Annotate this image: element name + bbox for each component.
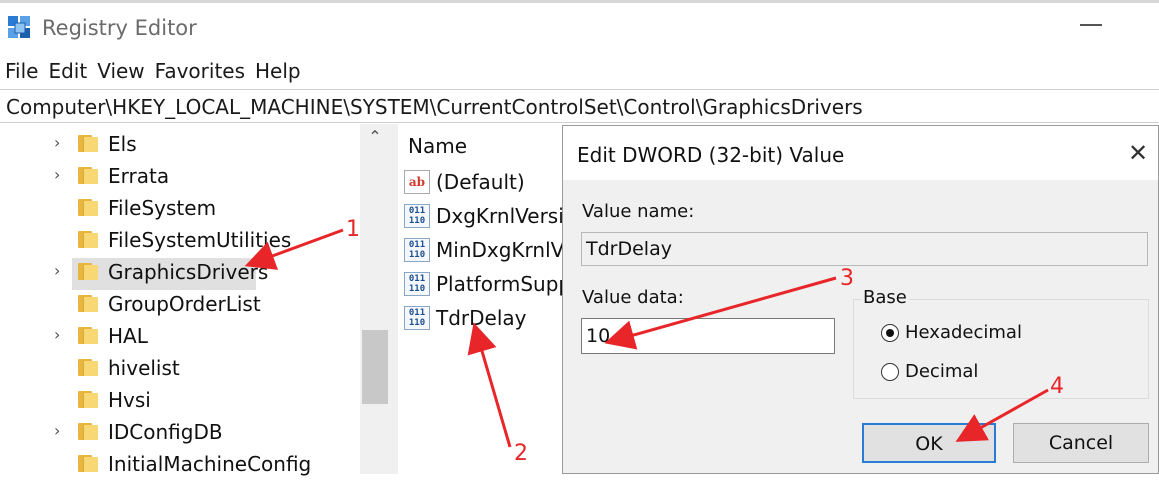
- folder-icon: [78, 455, 98, 472]
- tree-item-filesystemutilities[interactable]: FileSystemUtilities: [0, 224, 360, 256]
- chevron-right-icon[interactable]: ›: [54, 135, 70, 151]
- ok-button[interactable]: OK: [862, 423, 996, 463]
- tree-item-filesystem[interactable]: FileSystem: [0, 192, 360, 224]
- tree-item-errata[interactable]: › Errata: [0, 160, 360, 192]
- folder-icon: [78, 199, 98, 216]
- base-label: Base: [861, 286, 909, 310]
- chevron-right-icon[interactable]: ›: [54, 167, 70, 183]
- value-name: MinDxgKrnlVe: [436, 238, 576, 262]
- registry-editor-icon: [8, 16, 30, 38]
- tree-item-hvsi[interactable]: Hvsi: [0, 384, 360, 416]
- close-icon[interactable]: ✕: [1125, 140, 1151, 166]
- tree-item-graphicsdrivers[interactable]: › GraphicsDrivers: [0, 256, 360, 288]
- value-name: (Default): [436, 170, 525, 194]
- value-name: DxgKrnlVersio: [436, 204, 577, 228]
- folder-icon: [78, 327, 98, 344]
- tree-item-label: GraphicsDrivers: [108, 260, 269, 284]
- value-row-default[interactable]: ab (Default): [404, 166, 574, 198]
- decimal-radio[interactable]: [881, 363, 899, 381]
- chevron-up-icon[interactable]: ⌃: [366, 128, 384, 146]
- base-group: [853, 299, 1149, 399]
- tree-item-label: Els: [108, 132, 137, 156]
- tree-item-label: IDConfigDB: [108, 420, 223, 444]
- chevron-right-icon[interactable]: ›: [54, 423, 70, 439]
- folder-icon: [78, 263, 98, 280]
- tree-item-label: FileSystemUtilities: [108, 228, 292, 252]
- value-data-label: Value data:: [582, 287, 684, 308]
- value-name: TdrDelay: [436, 306, 527, 330]
- hexadecimal-label[interactable]: Hexadecimal: [905, 321, 1022, 345]
- menu-bar: File Edit View Favorites Help: [0, 56, 306, 86]
- value-data-input[interactable]: 10: [581, 318, 835, 354]
- chevron-right-icon[interactable]: ›: [54, 263, 70, 279]
- tree-item-label: Hvsi: [108, 388, 151, 412]
- menu-view[interactable]: View: [92, 56, 149, 86]
- tree-scrollbar[interactable]: [360, 124, 390, 474]
- folder-icon: [78, 391, 98, 408]
- string-value-icon: ab: [404, 170, 430, 194]
- tree-item-hal[interactable]: › HAL: [0, 320, 360, 352]
- address-path[interactable]: Computer\HKEY_LOCAL_MACHINE\SYSTEM\Curre…: [6, 93, 863, 121]
- dialog-title: Edit DWORD (32-bit) Value: [577, 143, 845, 167]
- menu-favorites[interactable]: Favorites: [150, 56, 250, 86]
- tree-item-initialmachineconfig[interactable]: InitialMachineConfig: [0, 448, 360, 480]
- folder-icon: [78, 167, 98, 184]
- tree-item-grouporderlist[interactable]: GroupOrderList: [0, 288, 360, 320]
- value-name-field: TdrDelay: [581, 232, 1148, 266]
- tree-item-label: Errata: [108, 164, 170, 188]
- cancel-button[interactable]: Cancel: [1013, 423, 1149, 463]
- tree-item-label: FileSystem: [108, 196, 217, 220]
- menu-file[interactable]: File: [0, 56, 43, 86]
- scrollbar-thumb[interactable]: [362, 330, 388, 404]
- value-name-label: Value name:: [582, 201, 695, 222]
- hexadecimal-radio[interactable]: [881, 324, 899, 342]
- folder-icon: [78, 359, 98, 376]
- folder-icon: [78, 231, 98, 248]
- value-row-mindxgkrnlversion[interactable]: 011 110 MinDxgKrnlVe: [404, 234, 576, 266]
- dword-value-icon: 011 110: [404, 306, 430, 330]
- value-row-dxgkrnlversion[interactable]: 011 110 DxgKrnlVersio: [404, 200, 577, 232]
- value-name-text: TdrDelay: [586, 238, 672, 260]
- tree-item-label: hivelist: [108, 356, 180, 380]
- folder-icon: [78, 295, 98, 312]
- tree-item-idconfigdb[interactable]: › IDConfigDB: [0, 416, 360, 448]
- dialog-title-bar: Edit DWORD (32-bit) Value ✕: [563, 126, 1158, 180]
- window-title: Registry Editor: [42, 16, 197, 40]
- folder-icon: [78, 423, 98, 440]
- address-bar[interactable]: Computer\HKEY_LOCAL_MACHINE\SYSTEM\Curre…: [0, 89, 1159, 123]
- value-row-tdrdelay[interactable]: 011 110 TdrDelay: [404, 302, 574, 334]
- edit-dword-dialog: Edit DWORD (32-bit) Value ✕ Value name: …: [562, 125, 1159, 474]
- tree-item-label: HAL: [108, 324, 148, 348]
- dword-value-icon: 011 110: [404, 204, 430, 228]
- decimal-label[interactable]: Decimal: [905, 360, 978, 384]
- tree-item-label: GroupOrderList: [108, 292, 261, 316]
- tree-item-els[interactable]: › Els: [0, 128, 360, 160]
- column-header-name[interactable]: Name: [408, 132, 467, 160]
- value-data-text[interactable]: 10: [586, 324, 610, 348]
- minimize-button[interactable]: [1080, 24, 1102, 26]
- value-row-platformsupport[interactable]: 011 110 PlatformSuppo: [404, 268, 583, 300]
- chevron-right-icon[interactable]: ›: [54, 327, 70, 343]
- dword-value-icon: 011 110: [404, 272, 430, 296]
- menu-help[interactable]: Help: [250, 56, 306, 86]
- tree-item-hivelist[interactable]: hivelist: [0, 352, 360, 384]
- menu-edit[interactable]: Edit: [43, 56, 92, 86]
- folder-icon: [78, 135, 98, 152]
- dword-value-icon: 011 110: [404, 238, 430, 262]
- pane-splitter[interactable]: [390, 124, 398, 474]
